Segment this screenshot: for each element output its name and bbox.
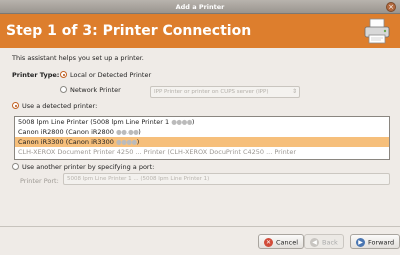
radio-network-printer[interactable] [60,86,67,93]
cancel-button[interactable]: ✕ Cancel [258,234,305,249]
back-button[interactable]: ◀ Back [304,234,344,249]
network-printer-select-value: IPP Printer or printer on CUPS server (I… [154,89,269,95]
window-titlebar: Add a Printer × [0,0,400,14]
printer-port-label: Printer Port: [20,177,59,185]
forward-arrow-icon: ▶ [356,238,365,247]
radio-use-port[interactable] [12,163,19,170]
detected-printer-list[interactable]: 5008 lpm Line Printer (5008 lpm Line Pri… [14,116,390,160]
printer-type-label: Printer Type: [12,71,60,79]
cancel-icon: ✕ [264,238,273,247]
use-port-label[interactable]: Use another printer by specifying a port… [22,163,154,171]
radio-use-detected[interactable] [12,102,19,109]
network-printer-select[interactable]: IPP Printer or printer on CUPS server (I… [150,86,300,98]
list-item[interactable]: Canon iR2800 (Canon iR2800 ●●.●●) [15,127,389,137]
intro-text: This assistant helps you set up a printe… [12,54,144,62]
printer-port-select[interactable]: 5008 lpm Line Printer 1 ... (5008 lpm Li… [63,173,390,185]
printer-icon [364,18,390,44]
button-separator [0,226,400,227]
forward-button[interactable]: ▶ Forward [350,234,400,249]
back-arrow-icon: ◀ [310,238,319,247]
chevron-down-icon: ⇕ [291,88,297,95]
page-title: Step 1 of 3: Printer Connection [6,23,252,39]
close-icon[interactable]: × [386,2,396,12]
list-item[interactable]: CLH-XEROX Document Printer 4250 ... Prin… [15,147,389,157]
local-printer-label[interactable]: Local or Detected Printer [70,71,151,79]
window-title: Add a Printer [175,3,225,11]
radio-local-printer[interactable] [60,71,67,78]
step-banner: Step 1 of 3: Printer Connection [0,14,400,48]
list-item[interactable]: 5008 lpm Line Printer (5008 lpm Line Pri… [15,117,389,127]
list-item-selected[interactable]: Canon iR3300 (Canon iR3300 ●●●●) [15,137,389,147]
use-detected-label[interactable]: Use a detected printer: [22,102,97,110]
network-printer-label[interactable]: Network Printer [70,86,121,94]
